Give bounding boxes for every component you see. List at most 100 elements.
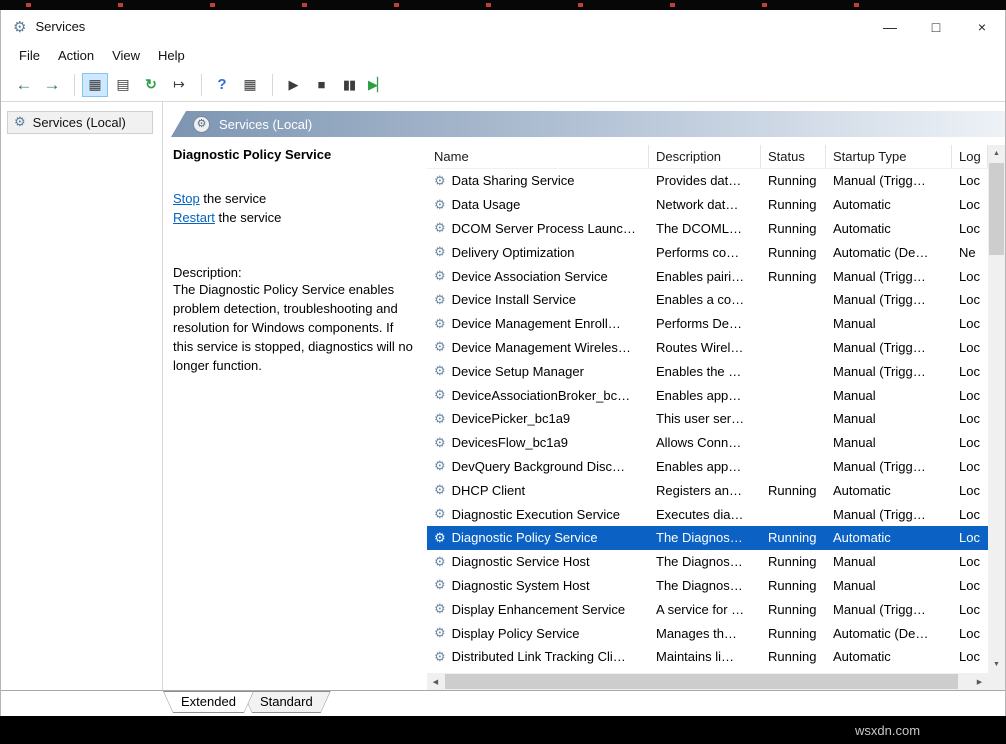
service-gear-icon: ⚙	[434, 220, 446, 236]
stop-service-link[interactable]: Stop	[173, 191, 200, 206]
service-log-on-as-cell: Loc	[952, 459, 988, 474]
service-log-on-as-cell: Loc	[952, 507, 988, 522]
service-row[interactable]: ⚙ Device Management Wireles… Routes Wire…	[427, 336, 988, 360]
service-status-cell: Running	[761, 173, 826, 188]
service-name: Device Install Service	[452, 292, 576, 307]
service-row[interactable]: ⚙ Device Management Enroll… Performs De……	[427, 312, 988, 336]
service-row[interactable]: ⚙ DCOM Server Process Launc… The DCOML… …	[427, 217, 988, 241]
service-description-cell: The Diagnos…	[649, 578, 761, 593]
service-name-cell: ⚙ Diagnostic Service Host	[427, 554, 649, 570]
service-name-cell: ⚙ Distributed Link Tracking Cli…	[427, 649, 649, 665]
service-row[interactable]: ⚙ Distributed Link Tracking Cli… Maintai…	[427, 645, 988, 669]
maximize-button[interactable]: □	[913, 10, 959, 43]
scroll-up-icon[interactable]: ▲	[988, 145, 1005, 162]
service-name: Diagnostic Policy Service	[452, 530, 598, 545]
column-header-description[interactable]: Description	[649, 145, 761, 168]
start-service-icon[interactable]: ▶	[280, 73, 306, 97]
horizontal-scrollbar[interactable]: ◀ ▶	[427, 673, 988, 690]
service-row[interactable]: ⚙ Device Install Service Enables a co… M…	[427, 288, 988, 312]
service-log-on-as-cell: Loc	[952, 340, 988, 355]
horizontal-scrollbar-row: ◀ ▶	[427, 673, 1005, 690]
service-row[interactable]: ⚙ Diagnostic System Host The Diagnos… Ru…	[427, 574, 988, 598]
service-gear-icon: ⚙	[434, 339, 446, 355]
scroll-down-icon[interactable]: ▼	[988, 656, 1005, 673]
service-startup-type-cell: Manual (Trigg…	[826, 507, 952, 522]
tree-item-services-local[interactable]: ⚙ Services (Local)	[7, 111, 153, 134]
service-status-cell: Running	[761, 197, 826, 212]
service-startup-type-cell: Automatic (De…	[826, 626, 952, 641]
service-row[interactable]: ⚙ DevicesFlow_bc1a9 Allows Conn… Manual …	[427, 431, 988, 455]
close-button[interactable]: ×	[959, 10, 1005, 43]
service-name-cell: ⚙ Diagnostic Execution Service	[427, 506, 649, 522]
help-icon[interactable]: ?	[209, 73, 235, 97]
menu-action[interactable]: Action	[49, 45, 103, 66]
service-row[interactable]: ⚙ Diagnostic Service Host The Diagnos… R…	[427, 550, 988, 574]
refresh-icon[interactable]: ↻	[138, 73, 164, 97]
column-header-startup-type[interactable]: Startup Type	[826, 145, 952, 168]
service-name-cell: ⚙ Display Enhancement Service	[427, 601, 649, 617]
show-console-tree-icon[interactable]: ▦	[82, 73, 108, 97]
service-row[interactable]: ⚙ Data Usage Network dat… Running Automa…	[427, 193, 988, 217]
vertical-scrollbar[interactable]: ▲ ▼	[988, 145, 1005, 673]
tab-extended[interactable]: Extended	[163, 691, 254, 713]
service-row[interactable]: ⚙ Diagnostic Execution Service Executes …	[427, 502, 988, 526]
service-startup-type-cell: Manual (Trigg…	[826, 364, 952, 379]
screenshot-root: ⚙ Services — □ × File Action View Help ←…	[0, 0, 1006, 744]
service-row[interactable]: ⚙ DHCP Client Registers an… Running Auto…	[427, 478, 988, 502]
back-icon[interactable]: ←	[11, 73, 37, 97]
service-row[interactable]: ⚙ Device Setup Manager Enables the … Man…	[427, 359, 988, 383]
panel-content: Diagnostic Policy Service Stop the servi…	[171, 145, 1005, 690]
menu-view[interactable]: View	[103, 45, 149, 66]
service-description-cell: Enables pairi…	[649, 269, 761, 284]
column-header-log-on-as[interactable]: Log	[952, 145, 988, 168]
tab-standard[interactable]: Standard	[242, 691, 331, 713]
export-list-icon[interactable]: ↦	[166, 73, 192, 97]
menu-help[interactable]: Help	[149, 45, 194, 66]
service-gear-icon: ⚙	[434, 554, 446, 570]
service-row[interactable]: ⚙ Diagnostic Policy Service The Diagnos……	[427, 526, 988, 550]
forward-icon[interactable]: →	[39, 73, 65, 97]
vertical-scroll-track[interactable]	[988, 255, 1005, 656]
service-row[interactable]: ⚙ DeviceAssociationBroker_bc… Enables ap…	[427, 383, 988, 407]
restart-service-link[interactable]: Restart	[173, 210, 215, 225]
column-header-status[interactable]: Status	[761, 145, 826, 168]
service-gear-icon: ⚙	[434, 363, 446, 379]
service-row[interactable]: ⚙ Device Association Service Enables pai…	[427, 264, 988, 288]
properties-icon[interactable]: ▤	[110, 73, 136, 97]
services-window: ⚙ Services — □ × File Action View Help ←…	[0, 10, 1006, 716]
service-name: Data Usage	[452, 197, 521, 212]
view-tabs: Extended Standard	[1, 690, 1005, 716]
service-row[interactable]: ⚙ Delivery Optimization Performs co… Run…	[427, 240, 988, 264]
window-controls: — □ ×	[867, 10, 1005, 43]
extended-view-icon[interactable]: ▦	[237, 73, 263, 97]
service-description-cell: The Diagnos…	[649, 530, 761, 545]
scroll-left-icon[interactable]: ◀	[427, 678, 444, 686]
service-row[interactable]: ⚙ Display Policy Service Manages th… Run…	[427, 621, 988, 645]
menu-file[interactable]: File	[10, 45, 49, 66]
service-name-cell: ⚙ Diagnostic Policy Service	[427, 530, 649, 546]
minimize-button[interactable]: —	[867, 10, 913, 43]
service-row[interactable]: ⚙ Data Sharing Service Provides dat… Run…	[427, 169, 988, 193]
service-log-on-as-cell: Loc	[952, 626, 988, 641]
service-row[interactable]: ⚙ Display Enhancement Service A service …	[427, 597, 988, 621]
horizontal-scroll-thumb[interactable]	[445, 674, 958, 689]
column-header-name[interactable]: Name	[427, 145, 649, 168]
service-name-cell: ⚙ DCOM Server Process Launc…	[427, 220, 649, 236]
service-name-cell: ⚙ Data Usage	[427, 197, 649, 213]
service-log-on-as-cell: Loc	[952, 364, 988, 379]
service-log-on-as-cell: Loc	[952, 554, 988, 569]
titlebar: ⚙ Services — □ ×	[1, 10, 1005, 43]
service-row[interactable]: ⚙ DevicePicker_bc1a9 This user ser… Manu…	[427, 407, 988, 431]
stop-service-icon[interactable]: ■	[308, 73, 334, 97]
vertical-scroll-thumb[interactable]	[989, 163, 1004, 255]
service-row[interactable]: ⚙ DevQuery Background Disc… Enables app……	[427, 455, 988, 479]
service-startup-type-cell: Manual (Trigg…	[826, 269, 952, 284]
restart-service-icon[interactable]: ▶▏	[364, 73, 390, 97]
service-startup-type-cell: Automatic	[826, 221, 952, 236]
pause-service-icon[interactable]: ▮▮	[336, 73, 362, 97]
scroll-right-icon[interactable]: ▶	[971, 678, 988, 686]
service-description-cell: Allows Conn…	[649, 435, 761, 450]
list-header: Name Description Status Startup Type Log	[427, 145, 988, 169]
service-log-on-as-cell: Loc	[952, 292, 988, 307]
service-name: Diagnostic Service Host	[452, 554, 590, 569]
